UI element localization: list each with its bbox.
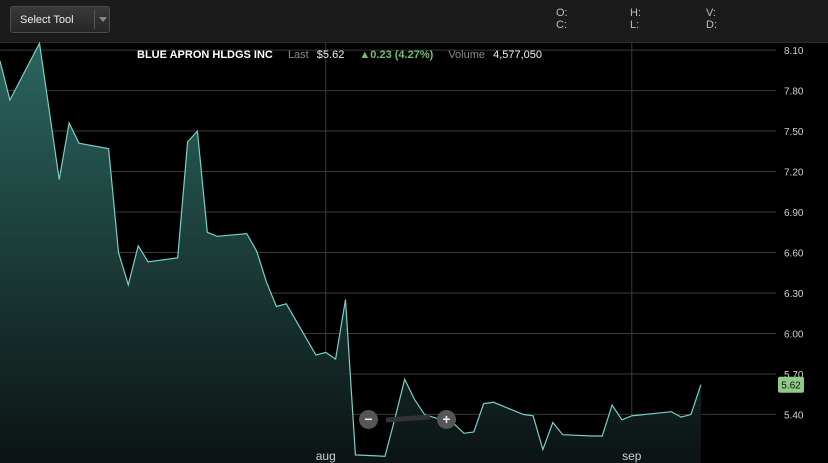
data-point[interactable] xyxy=(383,454,387,458)
data-point[interactable] xyxy=(274,305,278,309)
data-point[interactable] xyxy=(472,430,476,434)
data-point[interactable] xyxy=(403,377,407,381)
zoom-out-button[interactable]: − xyxy=(359,410,378,429)
volume-label: Volume xyxy=(448,49,486,61)
y-tick-label: 7.50 xyxy=(784,127,804,138)
data-point[interactable] xyxy=(334,357,338,361)
data-point[interactable] xyxy=(600,434,604,438)
minus-icon: − xyxy=(364,411,373,427)
y-tick-label: 8.10 xyxy=(784,46,804,57)
last-price-badge-label: 5.62 xyxy=(781,381,801,392)
y-tick-label: 6.30 xyxy=(784,289,804,300)
data-point[interactable] xyxy=(205,230,209,234)
data-point[interactable] xyxy=(117,251,121,255)
data-point[interactable] xyxy=(77,141,81,145)
data-point[interactable] xyxy=(462,431,466,435)
data-point[interactable] xyxy=(541,448,545,452)
data-point[interactable] xyxy=(679,415,683,419)
y-tick-label: 7.20 xyxy=(784,168,804,179)
last-label: Last xyxy=(287,49,309,61)
data-point[interactable] xyxy=(186,140,190,144)
quote-header: BLUE APRON HLDGS INC Last $5.62 ▲0.23 (4… xyxy=(137,49,542,61)
price-change: ▲0.23 (4.27%) xyxy=(359,49,434,61)
data-point[interactable] xyxy=(630,414,634,418)
y-tick-label: 5.40 xyxy=(784,410,804,421)
data-point[interactable] xyxy=(492,400,496,404)
data-point[interactable] xyxy=(38,41,42,45)
data-point[interactable] xyxy=(215,234,219,238)
y-tick-label: 7.80 xyxy=(784,87,804,98)
y-tick-label: 6.90 xyxy=(784,208,804,219)
volume-value: 4,577,050 xyxy=(493,49,543,61)
data-point[interactable] xyxy=(353,453,357,457)
y-tick-label: 6.60 xyxy=(784,249,804,260)
data-point[interactable] xyxy=(57,178,61,182)
y-tick-label: 6.00 xyxy=(784,329,804,340)
data-point[interactable] xyxy=(176,256,180,260)
data-point[interactable] xyxy=(245,232,249,236)
data-point[interactable] xyxy=(590,434,594,438)
data-point[interactable] xyxy=(610,403,614,407)
data-point[interactable] xyxy=(551,421,555,425)
data-point[interactable] xyxy=(620,418,624,422)
data-point[interactable] xyxy=(255,249,259,253)
last-price: $5.62 xyxy=(316,49,345,61)
data-point[interactable] xyxy=(669,410,673,414)
data-point[interactable] xyxy=(689,412,693,416)
data-point[interactable] xyxy=(126,283,130,287)
data-point[interactable] xyxy=(8,98,12,102)
data-point[interactable] xyxy=(284,302,288,306)
data-point[interactable] xyxy=(0,59,2,63)
data-point[interactable] xyxy=(324,350,328,354)
data-point[interactable] xyxy=(67,121,71,125)
company-name: BLUE APRON HLDGS INC xyxy=(137,49,273,61)
data-point[interactable] xyxy=(107,147,111,151)
x-tick-label: sep xyxy=(622,449,642,463)
data-point[interactable] xyxy=(136,244,140,248)
series-area xyxy=(0,43,701,463)
data-point[interactable] xyxy=(146,260,150,264)
data-point[interactable] xyxy=(314,353,318,357)
zoom-in-button[interactable]: + xyxy=(437,410,456,429)
data-point[interactable] xyxy=(195,129,199,133)
data-point[interactable] xyxy=(413,398,417,402)
data-point[interactable] xyxy=(699,383,703,387)
data-point[interactable] xyxy=(344,298,348,302)
data-point[interactable] xyxy=(521,412,525,416)
data-point[interactable] xyxy=(531,414,535,418)
plus-icon: + xyxy=(442,411,451,427)
data-point[interactable] xyxy=(482,402,486,406)
x-tick-label: aug xyxy=(316,449,336,463)
data-point[interactable] xyxy=(265,280,269,284)
data-point[interactable] xyxy=(561,433,565,437)
price-chart[interactable]: 8.107.807.507.206.906.606.306.005.705.40… xyxy=(0,0,828,463)
